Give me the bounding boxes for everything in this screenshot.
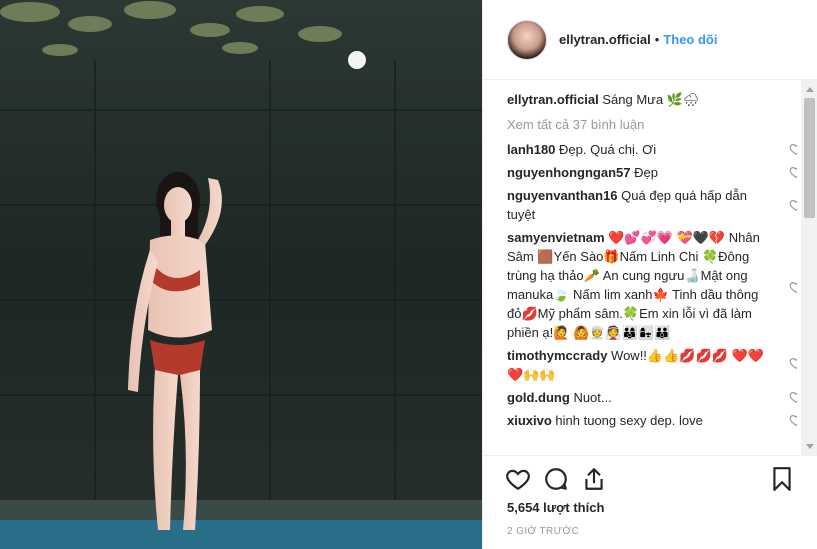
comment-like-icon[interactable]: [789, 280, 797, 294]
action-bar: 5,654 lượt thích 2 GIỜ TRƯỚC: [483, 455, 817, 549]
bookmark-icon[interactable]: [769, 466, 795, 492]
scroll-up-arrow-icon[interactable]: [801, 80, 817, 97]
comment-text: ❤️💕💞💗 💝🖤💔 Nhân Sâm 🟫Yến Sào🎁Nấm Linh Chi…: [507, 230, 760, 340]
comment-row: gold.dung Nuot...: [507, 388, 797, 407]
comment-username[interactable]: lanh180: [507, 142, 555, 157]
comment-like-icon[interactable]: [789, 165, 797, 179]
comment-username[interactable]: nguyenhongngan57: [507, 165, 631, 180]
view-all-comments-link[interactable]: Xem tất cả 37 bình luận: [507, 115, 797, 134]
comments-scrollbar[interactable]: [801, 80, 817, 455]
avatar[interactable]: [507, 19, 547, 60]
comment-like-icon[interactable]: [789, 390, 797, 404]
comment-row: samyenvietnam ❤️💕💞💗 💝🖤💔 Nhân Sâm 🟫Yến Sà…: [507, 228, 797, 342]
header-username[interactable]: ellytran.official: [559, 32, 651, 47]
comments-list: ellytran.official Sáng Mưa 🌿🌧 Xem tất cả…: [507, 88, 797, 453]
comment-text: Đẹp: [634, 165, 658, 180]
caption: ellytran.official Sáng Mưa 🌿🌧: [507, 90, 797, 109]
comment-text: hinh tuong sexy dep. love: [555, 413, 703, 428]
comment-like-icon[interactable]: [789, 198, 797, 212]
post-header: ellytran.official • Theo dõi: [483, 0, 817, 80]
post-photo[interactable]: [0, 0, 482, 549]
comment-row: timothymccrady Wow!!👍👍💋💋💋 ❤️❤️❤️🙌🙌: [507, 346, 797, 384]
heart-icon[interactable]: [505, 466, 531, 492]
comment-username[interactable]: nguyenvanthan16: [507, 188, 618, 203]
header-separator: •: [654, 32, 660, 47]
comment-row: nguyenhongngan57 Đẹp: [507, 163, 797, 182]
side-panel: ellytran.official • Theo dõi ellytran.of…: [482, 0, 817, 549]
comment-username[interactable]: xiuxivo: [507, 413, 552, 428]
comment-username[interactable]: timothymccrady: [507, 348, 607, 363]
comment-username[interactable]: gold.dung: [507, 390, 570, 405]
comment-username[interactable]: samyenvietnam: [507, 230, 605, 245]
scrollbar-thumb[interactable]: [804, 98, 815, 218]
caption-username[interactable]: ellytran.official: [507, 92, 599, 107]
comment-row: nguyenvanthan16 Quá đẹp quá hấp dẫn tuyệ…: [507, 186, 797, 224]
scroll-down-arrow-icon[interactable]: [801, 438, 817, 455]
comment-like-icon[interactable]: [789, 356, 797, 370]
post-container: ellytran.official • Theo dõi ellytran.of…: [0, 0, 817, 549]
share-icon[interactable]: [581, 466, 607, 492]
comment-row: xiuxivo hinh tuong sexy dep. love: [507, 411, 797, 430]
caption-text: Sáng Mưa 🌿🌧: [602, 92, 700, 107]
comment-text: Đẹp. Quá chị. Ơi: [559, 142, 657, 157]
comment-icon[interactable]: [543, 466, 569, 492]
photo-illustration: [0, 0, 482, 549]
follow-button[interactable]: Theo dõi: [663, 32, 717, 47]
comment-text: Nuot...: [573, 390, 612, 405]
likes-count[interactable]: 5,654 lượt thích: [507, 500, 604, 515]
comment-row: lanh180 Đẹp. Quá chị. Ơi: [507, 140, 797, 159]
post-timestamp[interactable]: 2 GIỜ TRƯỚC: [507, 526, 579, 537]
comment-like-icon[interactable]: [789, 413, 797, 427]
comment-like-icon[interactable]: [789, 142, 797, 156]
